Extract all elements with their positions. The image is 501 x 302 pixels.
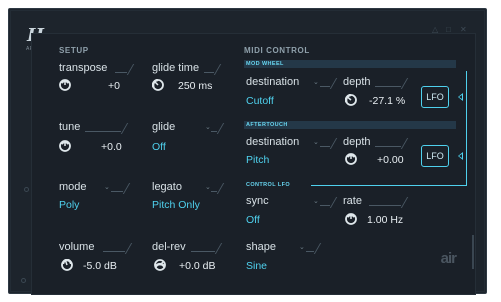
- mode-chevron-down-icon[interactable]: ⌄: [104, 183, 110, 191]
- glide-time-divider: [204, 64, 214, 73]
- aftertouch-depth-divider: [375, 138, 401, 147]
- control-lfo-sync-value[interactable]: Off: [246, 214, 260, 226]
- transpose-value[interactable]: +0: [108, 80, 120, 92]
- del-rev-value[interactable]: +0.0 dB: [179, 260, 216, 272]
- del-rev-label: del-rev: [152, 241, 186, 253]
- mod-wheel-destination-divider: [320, 78, 330, 87]
- aftertouch-lfo-button[interactable]: LFO: [421, 145, 449, 167]
- mod-wheel-lfo-button[interactable]: LFO: [421, 86, 449, 108]
- shape-chevron-down-icon[interactable]: ⌄: [299, 243, 305, 251]
- aftertouch-destination-label: destination: [246, 136, 300, 148]
- shape-divider: [306, 243, 314, 252]
- volume-divider: [103, 243, 125, 252]
- mod-wheel-destination-value[interactable]: Cutoff: [246, 95, 274, 107]
- control-lfo-shape-value[interactable]: Sine: [246, 260, 267, 272]
- glide-time-label: glide time: [152, 62, 200, 74]
- scrollbar[interactable]: [472, 235, 474, 269]
- tune-divider: [85, 123, 121, 132]
- aftertouch-lfo-arrow-icon: [458, 152, 463, 160]
- tune-label: tune: [59, 121, 81, 133]
- control-lfo-rate-label: rate: [343, 195, 362, 207]
- mode-label: mode: [59, 181, 87, 193]
- glide-chevron-down-icon[interactable]: ⌄: [205, 123, 211, 131]
- del-rev-divider: [191, 243, 215, 252]
- control-lfo-tag: CONTROL LFO: [246, 182, 291, 188]
- mod-wheel-chevron-down-icon[interactable]: ⌄: [313, 78, 319, 86]
- volume-value[interactable]: -5.0 dB: [83, 260, 117, 272]
- plugin-window: H ARTS △ □ ✕ SETUP transpose +0 tune +0.…: [8, 8, 487, 295]
- glide-time-knob-icon[interactable]: [152, 79, 164, 91]
- legato-divider: [211, 183, 217, 192]
- control-lfo-sync-label: sync: [246, 195, 269, 207]
- aftertouch-tag: AFTERTOUCH: [244, 121, 456, 129]
- aftertouch-chevron-down-icon[interactable]: ⌄: [313, 138, 319, 146]
- mod-wheel-depth-label: depth: [343, 76, 371, 88]
- air-brand-logo: air: [440, 250, 457, 267]
- legato-chevron-down-icon[interactable]: ⌄: [205, 183, 211, 191]
- mod-wheel-depth-knob-icon[interactable]: [345, 94, 357, 106]
- mode-divider: [111, 183, 123, 192]
- mod-wheel-tag: MOD WHEEL: [244, 60, 456, 68]
- aftertouch-depth-label: depth: [343, 136, 371, 148]
- glide-time-value[interactable]: 250 ms: [178, 80, 212, 92]
- rate-divider: [369, 197, 401, 206]
- volume-label: volume: [59, 241, 95, 253]
- del-rev-knob-icon[interactable]: [154, 259, 166, 271]
- midi-control-title: MIDI CONTROL: [244, 46, 310, 55]
- control-lfo-rate-value[interactable]: 1.00 Hz: [367, 214, 403, 226]
- transpose-label: transpose: [59, 62, 108, 74]
- glide-value[interactable]: Off: [152, 141, 166, 153]
- aftertouch-depth-knob-icon[interactable]: [345, 153, 357, 165]
- legato-value[interactable]: Pitch Only: [152, 199, 200, 211]
- aftertouch-destination-divider: [320, 138, 330, 147]
- tune-value[interactable]: +0.0: [101, 141, 122, 153]
- transpose-divider: [115, 64, 127, 73]
- legato-label: legato: [152, 181, 182, 193]
- sync-chevron-down-icon[interactable]: ⌄: [313, 197, 319, 205]
- side-dot-icon: [24, 187, 29, 192]
- setup-title: SETUP: [59, 46, 89, 55]
- transpose-knob-icon[interactable]: [59, 79, 71, 91]
- aftertouch-destination-value[interactable]: Pitch: [246, 154, 269, 166]
- glide-label: glide: [152, 121, 176, 133]
- mode-value[interactable]: Poly: [59, 199, 79, 211]
- tune-knob-icon[interactable]: [59, 140, 71, 152]
- mod-wheel-lfo-arrow-icon: [458, 93, 463, 101]
- rate-knob-icon[interactable]: [345, 213, 357, 225]
- sync-divider: [320, 197, 330, 206]
- aftertouch-depth-value[interactable]: +0.00: [377, 154, 404, 166]
- control-lfo-shape-label: shape: [246, 241, 276, 253]
- volume-knob-icon[interactable]: [61, 259, 73, 271]
- mod-wheel-depth-divider: [375, 78, 401, 87]
- lfo-route-line: [466, 71, 467, 185]
- corner-dot-icon: [21, 278, 26, 283]
- mod-wheel-destination-label: destination: [246, 76, 300, 88]
- lfo-route-line-bottom: [311, 185, 467, 186]
- glide-divider: [211, 123, 217, 132]
- mod-wheel-depth-value[interactable]: -27.1 %: [369, 95, 405, 107]
